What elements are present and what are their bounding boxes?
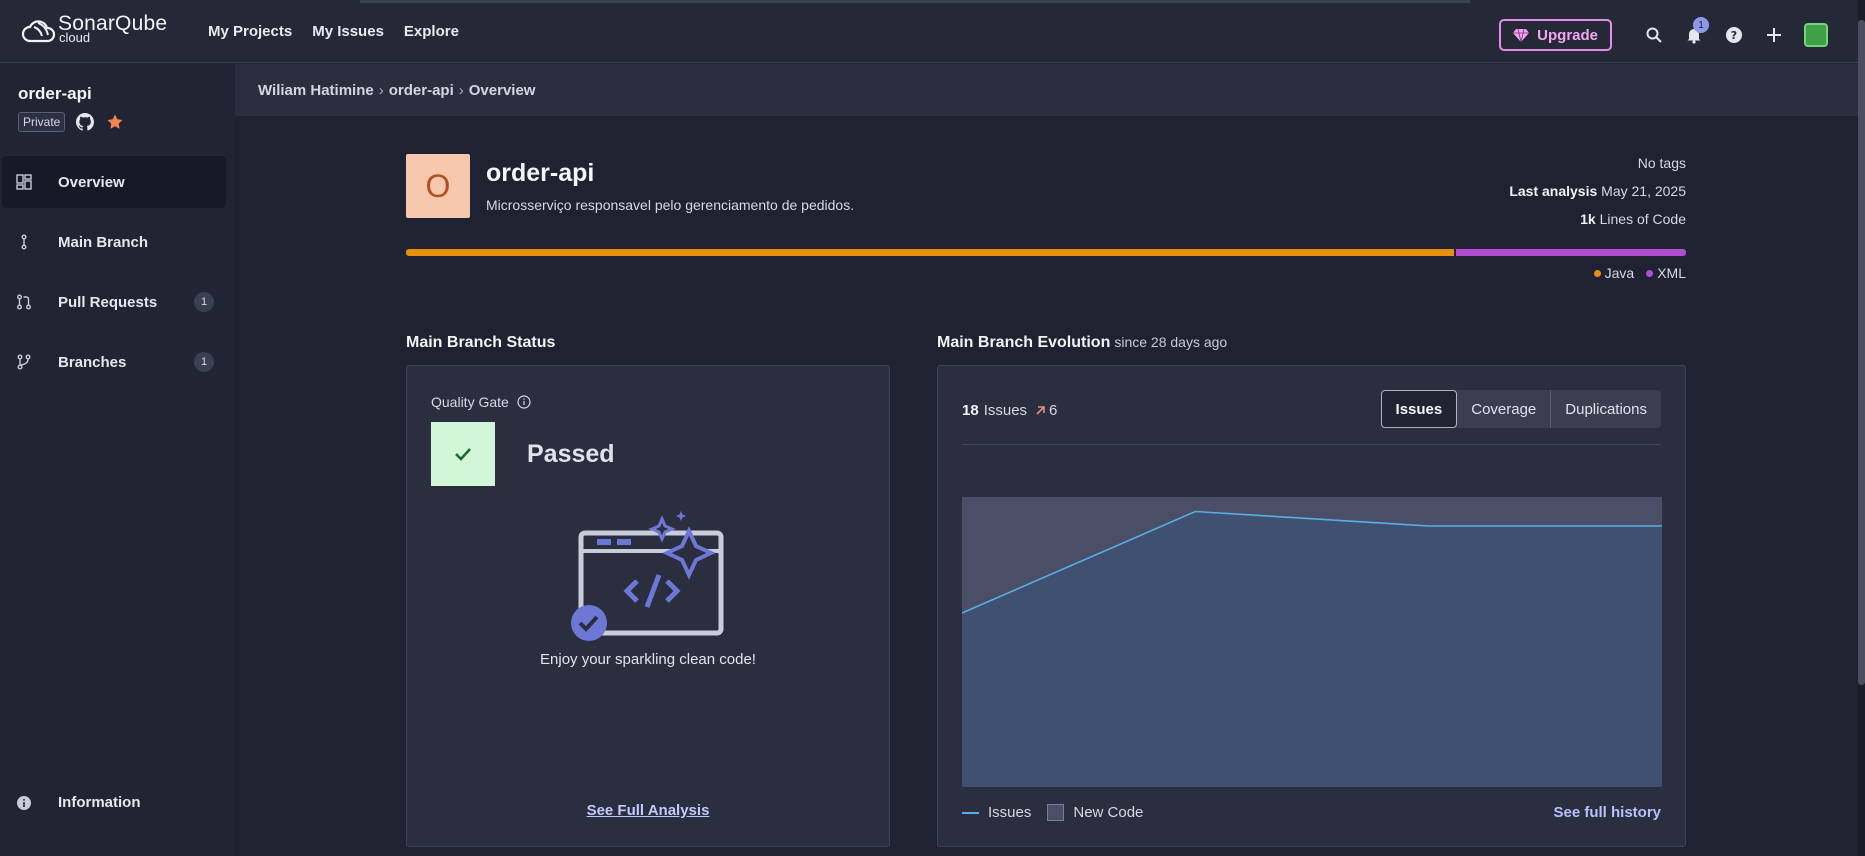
quality-gate-card: Quality Gate Passed Enjoy your sparkling…: [406, 365, 890, 847]
visibility-badge: Private: [18, 112, 66, 132]
evolution-tabs: Issues Coverage Duplications: [1380, 390, 1661, 428]
sidebar-item-label: Pull Requests: [58, 293, 158, 311]
user-avatar[interactable]: [1804, 23, 1828, 47]
star-icon[interactable]: [106, 113, 124, 131]
breadcrumb-project[interactable]: order-api: [389, 82, 454, 99]
info-icon: [17, 795, 31, 810]
breadcrumb: Wiliam Hatimine › order-api › Overview: [235, 64, 1858, 116]
evolution-section-title: Main Branch Evolution since 28 days ago: [937, 334, 1227, 352]
quality-gate-result: Passed: [527, 440, 615, 468]
check-icon: [455, 448, 471, 461]
svg-text:?: ?: [1731, 29, 1737, 42]
project-description: Microsserviço responsavel pelo gerenciam…: [486, 197, 855, 213]
search-icon: [1646, 27, 1662, 43]
tab-issues[interactable]: Issues: [1380, 390, 1458, 428]
project-sidebar: order-api Private Overview Main Branch P…: [0, 64, 234, 856]
language-bar-java: [406, 249, 1454, 256]
clean-code-message: Enjoy your sparkling clean code!: [540, 651, 756, 668]
diamond-icon: [1513, 28, 1530, 43]
create-button[interactable]: [1764, 25, 1784, 45]
github-icon[interactable]: [76, 113, 95, 131]
last-analysis-date: May 21, 2025: [1601, 183, 1686, 199]
language-bar-xml: [1455, 249, 1686, 256]
info-circle-icon[interactable]: [517, 395, 531, 409]
quality-gate-label: Quality Gate: [431, 394, 509, 410]
language-distribution-bar: [406, 249, 1686, 256]
loc-label: Lines of Code: [1599, 211, 1686, 227]
scrollbar-thumb[interactable]: [1858, 20, 1865, 685]
evolution-card: 18 Issues 6 Issues Coverage Duplications…: [937, 365, 1686, 847]
sidebar-item-label: Main Branch: [58, 233, 149, 251]
issues-delta-value: 6: [1049, 402, 1058, 419]
tab-duplications[interactable]: Duplications: [1551, 390, 1661, 428]
issues-count: 18: [962, 402, 979, 419]
xml-dot: [1646, 269, 1654, 277]
language-xml: XML: [1657, 265, 1686, 281]
breadcrumb-organization[interactable]: Wiliam Hatimine: [258, 82, 374, 99]
sonarqube-cloud-icon: [21, 20, 56, 43]
branch-line-icon: [21, 234, 27, 250]
issues-delta: 6: [1035, 402, 1057, 419]
loc-value: 1k: [1580, 211, 1596, 227]
see-full-analysis-link[interactable]: See Full Analysis: [587, 802, 710, 819]
issues-evolution-chart: [962, 497, 1662, 787]
pull-requests-count: 1: [194, 292, 214, 312]
breadcrumb-page: Overview: [468, 81, 536, 99]
issues-label: Issues: [983, 402, 1028, 419]
arrow-up-right-icon: [1036, 406, 1045, 415]
evolution-divider: [962, 444, 1661, 445]
sonarqube-logo[interactable]: SonarQube cloud: [20, 13, 208, 49]
sidebar-project-name: order-api: [18, 84, 92, 103]
search-button[interactable]: [1644, 25, 1664, 45]
language-java: Java: [1604, 265, 1635, 281]
project-avatar: O: [406, 154, 470, 218]
clean-code-illustration: [571, 511, 724, 641]
help-icon: ?: [1726, 27, 1742, 43]
chevron-right-icon: ›: [458, 81, 464, 99]
new-code-legend-label: New Code: [1073, 804, 1144, 821]
nav-my-issues[interactable]: My Issues: [312, 23, 384, 40]
loading-bar: [360, 0, 1470, 3]
sidebar-item-information[interactable]: Information: [16, 794, 141, 811]
issues-legend-label: Issues: [988, 804, 1032, 821]
language-legend: Java XML: [1582, 265, 1686, 281]
branches-count: 1: [194, 352, 214, 372]
plus-icon: [1767, 28, 1781, 42]
java-dot: [1593, 269, 1601, 277]
status-section-title: Main Branch Status: [406, 334, 556, 351]
evolution-legend: Issues New Code: [962, 804, 1143, 821]
upgrade-label: Upgrade: [1537, 26, 1598, 44]
see-full-history-link[interactable]: See full history: [1553, 804, 1661, 821]
dashboard-icon: [16, 174, 32, 190]
chevron-right-icon: ›: [378, 81, 384, 99]
git-branch-icon: [17, 354, 31, 370]
notifications-button[interactable]: 1: [1684, 17, 1709, 45]
new-code-legend-swatch: [1047, 804, 1065, 821]
notification-badge: 1: [1693, 17, 1709, 33]
quality-gate-status-box: [431, 422, 495, 486]
tab-coverage[interactable]: Coverage: [1457, 390, 1552, 428]
evolution-title: Main Branch Evolution: [937, 334, 1111, 351]
issues-legend-swatch: [962, 811, 979, 814]
upgrade-button[interactable]: Upgrade: [1499, 19, 1612, 51]
project-meta: No tags Last analysis May 21, 2025 1k Li…: [1509, 149, 1686, 233]
project-name: order-api: [486, 159, 595, 187]
brand-name: SonarQube: [58, 12, 168, 35]
sidebar-item-branches[interactable]: Branches 1: [2, 336, 226, 388]
sidebar-item-label: Overview: [58, 173, 125, 191]
nav-my-projects[interactable]: My Projects: [208, 23, 292, 40]
evolution-since: since 28 days ago: [1114, 334, 1228, 350]
sidebar-item-pull-requests[interactable]: Pull Requests 1: [2, 276, 226, 328]
sidebar-item-main-branch[interactable]: Main Branch: [2, 216, 226, 268]
nav-explore[interactable]: Explore: [404, 23, 459, 40]
pull-request-icon: [17, 294, 31, 310]
sidebar-item-overview[interactable]: Overview: [2, 156, 226, 208]
page-scrollbar[interactable]: [1858, 0, 1865, 856]
last-analysis-label: Last analysis: [1509, 183, 1598, 199]
information-label: Information: [58, 794, 141, 811]
project-tags[interactable]: No tags: [1509, 149, 1686, 177]
help-button[interactable]: ?: [1724, 25, 1744, 45]
top-navigation: SonarQube cloud My Projects My Issues Ex…: [0, 0, 1858, 63]
sidebar-item-label: Branches: [58, 353, 127, 371]
